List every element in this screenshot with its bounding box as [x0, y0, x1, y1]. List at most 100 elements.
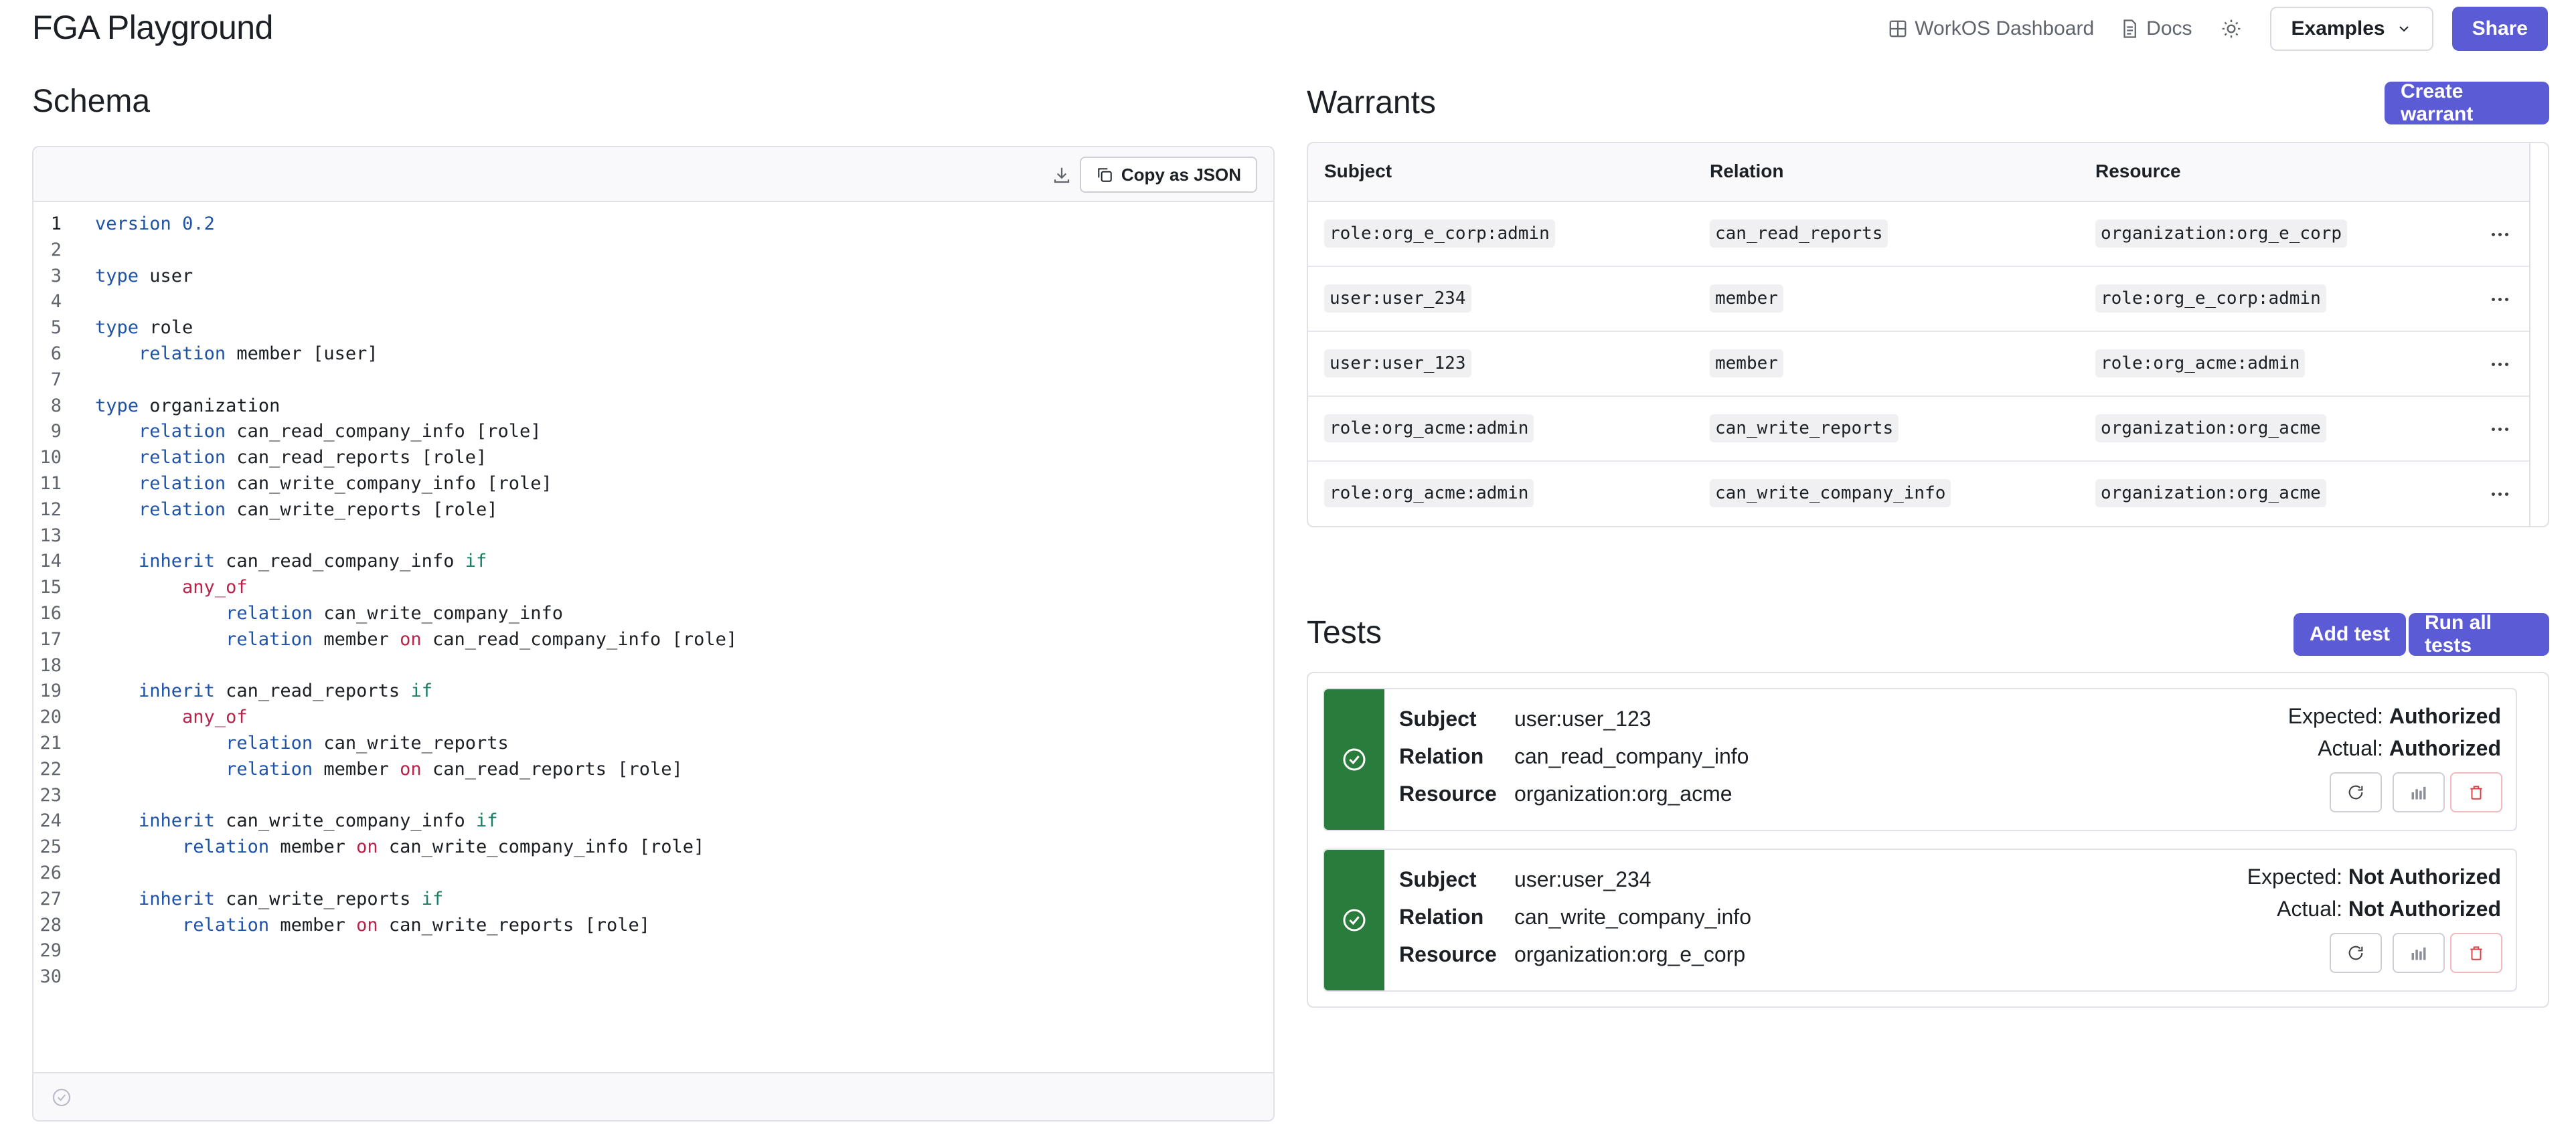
- expected-value: Authorized: [2389, 704, 2501, 728]
- warrant-subject: role:org_acme:admin: [1324, 414, 1534, 442]
- check-circle-icon: [1343, 909, 1366, 932]
- code-text: can_read_reports [role]: [226, 447, 487, 468]
- code-text: member: [269, 836, 357, 858]
- keyword-if: if: [410, 681, 432, 702]
- line-number: 10: [39, 447, 62, 468]
- theme-toggle-button[interactable]: [2218, 15, 2245, 42]
- line-number: 3: [50, 265, 62, 286]
- line-number: 23: [39, 784, 62, 806]
- warrant-subject: role:org_e_corp:admin: [1324, 219, 1555, 248]
- create-warrant-button[interactable]: Create warrant: [2385, 80, 2549, 125]
- keyword: relation: [226, 758, 313, 780]
- rerun-test-button[interactable]: [2330, 933, 2382, 973]
- line-number: 4: [50, 291, 62, 313]
- code-line: 24 inherit can_write_company_info if: [33, 808, 1273, 834]
- code-text: can_write_company_info: [313, 602, 563, 624]
- workos-dashboard-link[interactable]: WorkOS Dashboard: [1888, 17, 2094, 40]
- test-actual-result: Actual: Authorized: [2318, 736, 2501, 761]
- warrant-resource: organization:org_acme: [2095, 479, 2326, 507]
- code-text: member: [313, 628, 400, 650]
- workos-dashboard-label: WorkOS Dashboard: [1915, 17, 2095, 39]
- warrant-relation: can_write_company_info: [1710, 479, 1951, 507]
- line-number: 9: [50, 421, 62, 442]
- column-header-relation: Relation: [1710, 161, 1784, 181]
- code-area[interactable]: 1 version 0.2 2 3 type user 4 5 type role 6…: [33, 211, 1273, 990]
- more-options-icon[interactable]: [2486, 286, 2513, 313]
- delete-test-button[interactable]: [2450, 933, 2502, 973]
- code-line: 26: [33, 861, 1273, 887]
- keyword: relation: [139, 472, 226, 494]
- table-header: Subject Relation Resource: [1308, 143, 2530, 202]
- app-title: FGA Playground: [32, 9, 273, 46]
- test-card: Subject user:user_123 Relation can_read_…: [1323, 688, 2517, 831]
- line-number: 1: [50, 213, 62, 234]
- keyword: type: [95, 395, 139, 416]
- line-number: 8: [50, 395, 62, 416]
- line-number: 7: [50, 369, 62, 390]
- code-text: can_write_reports: [214, 888, 422, 909]
- keyword-any-of: any_of: [182, 707, 248, 728]
- dashboard-icon: [1889, 20, 1907, 37]
- code-text: user: [139, 265, 193, 286]
- test-relation-label: Relation: [1399, 744, 1484, 768]
- code-text: organization: [139, 395, 280, 416]
- code-line: 30: [33, 964, 1273, 990]
- document-icon: [2123, 19, 2137, 38]
- line-number: 2: [50, 239, 62, 260]
- docs-link[interactable]: Docs: [2119, 17, 2192, 40]
- keyword-if: if: [465, 551, 487, 572]
- keyword: type: [95, 317, 139, 339]
- code-line: 23: [33, 783, 1273, 809]
- code-line: 9 relation can_read_company_info [role]: [33, 419, 1273, 445]
- table-row: user:user_234 member role:org_e_corp:adm…: [1308, 267, 2530, 332]
- sun-icon: [2222, 19, 2240, 38]
- rerun-test-button[interactable]: [2330, 772, 2382, 812]
- download-button[interactable]: [1048, 162, 1075, 189]
- warrants-title: Warrants: [1307, 85, 1436, 120]
- chart-button[interactable]: [2393, 772, 2445, 812]
- test-subject-label: Subject: [1399, 707, 1477, 731]
- keyword: relation: [226, 732, 313, 754]
- warrant-subject: user:user_234: [1324, 284, 1471, 313]
- number: 0.2: [182, 213, 215, 234]
- line-number: 24: [39, 810, 62, 832]
- code-line: 20 any_of: [33, 705, 1273, 731]
- test-resource-label: Resource: [1399, 942, 1497, 966]
- chart-button[interactable]: [2393, 933, 2445, 973]
- more-options-icon[interactable]: [2486, 351, 2513, 377]
- table-scrollbar[interactable]: [2529, 143, 2548, 526]
- line-number: 11: [39, 472, 62, 494]
- bar-chart-icon: [2411, 947, 2426, 960]
- actual-label: Actual:: [2318, 736, 2384, 760]
- line-number: 22: [39, 758, 62, 780]
- line-number: 17: [39, 628, 62, 650]
- warrants-table: Subject Relation Resource role:org_e_cor…: [1307, 142, 2549, 527]
- run-all-tests-button[interactable]: Run all tests: [2409, 612, 2549, 656]
- keyword-on: on: [356, 836, 378, 858]
- delete-test-button[interactable]: [2450, 772, 2502, 812]
- keyword: relation: [226, 602, 313, 624]
- share-button[interactable]: Share: [2451, 7, 2548, 51]
- test-relation-value: can_write_company_info: [1514, 905, 1751, 929]
- more-options-icon[interactable]: [2486, 416, 2513, 442]
- code-text: can_write_reports [role]: [226, 499, 498, 520]
- app-header: FGA Playground WorkOS Dashboard Docs Exa…: [0, 0, 2576, 62]
- examples-dropdown[interactable]: Examples: [2269, 7, 2433, 51]
- line-number: 6: [50, 343, 62, 364]
- test-expected-result: Expected: Authorized: [2288, 704, 2501, 729]
- test-expected-result: Expected: Not Authorized: [2247, 865, 2501, 889]
- line-number: 30: [39, 966, 62, 988]
- table-row: role:org_acme:admin can_write_company_in…: [1308, 462, 2530, 526]
- code-text: member [user]: [226, 343, 378, 364]
- code-line: 15 any_of: [33, 575, 1273, 601]
- more-options-icon[interactable]: [2486, 221, 2513, 248]
- code-text: can_write_reports: [313, 732, 509, 754]
- keyword: inherit: [139, 681, 215, 702]
- code-line: 16 relation can_write_company_info: [33, 601, 1273, 627]
- add-test-button[interactable]: Add test: [2293, 613, 2406, 656]
- test-relation-value: can_read_company_info: [1514, 744, 1749, 768]
- more-options-icon[interactable]: [2486, 480, 2513, 507]
- copy-as-json-button[interactable]: Copy as JSON: [1079, 157, 1257, 193]
- line-number: 25: [39, 836, 62, 858]
- line-number: 21: [39, 732, 62, 754]
